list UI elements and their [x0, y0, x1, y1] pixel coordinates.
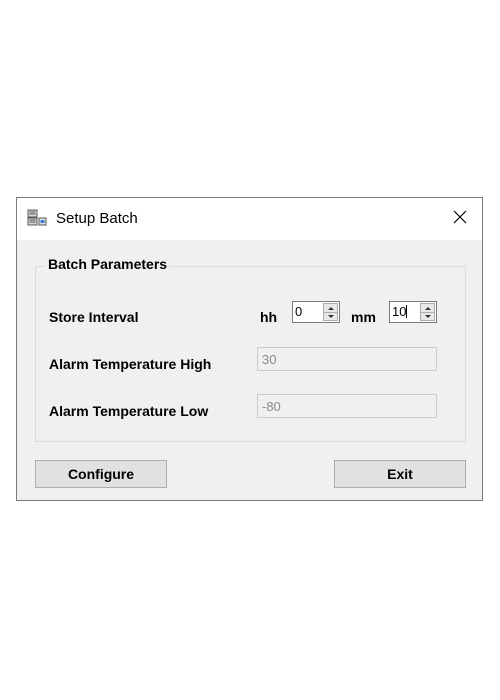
text-caret: [406, 305, 408, 318]
hh-decrement-button[interactable]: [324, 312, 337, 320]
hh-spin-buttons[interactable]: [323, 303, 338, 321]
arrow-down-icon: [424, 314, 431, 318]
arrow-up-icon: [424, 306, 431, 310]
mm-spin-buttons[interactable]: [420, 303, 435, 321]
hh-stepper[interactable]: 0: [292, 301, 340, 323]
alarm-low-field[interactable]: -80: [257, 394, 437, 418]
hh-value: 0: [295, 304, 303, 319]
exit-button[interactable]: Exit: [334, 460, 466, 488]
close-icon: [453, 210, 467, 229]
alarm-high-field[interactable]: 30: [257, 347, 437, 371]
hh-label: hh: [260, 309, 278, 325]
mm-label: mm: [351, 309, 376, 325]
store-interval-label: Store Interval: [49, 309, 139, 325]
arrow-down-icon: [327, 314, 334, 318]
mm-decrement-button[interactable]: [421, 312, 434, 320]
configure-button[interactable]: Configure: [35, 460, 167, 488]
mm-value: 10: [392, 304, 407, 319]
title-bar[interactable]: Setup Batch: [17, 198, 482, 240]
close-button[interactable]: [438, 198, 482, 240]
window-title: Setup Batch: [56, 210, 138, 227]
alarm-high-value: 30: [262, 352, 277, 367]
group-label: Batch Parameters: [45, 256, 171, 272]
mm-stepper[interactable]: 10: [389, 301, 437, 323]
alarm-high-label: Alarm Temperature High: [49, 356, 212, 372]
arrow-up-icon: [327, 306, 334, 310]
setup-batch-dialog: Setup Batch Batch Parameters Store Inter…: [16, 197, 483, 501]
mm-value-wrap: 10: [392, 304, 408, 319]
batch-setup-icon: [27, 209, 47, 227]
alarm-low-value: -80: [262, 399, 281, 414]
alarm-low-label: Alarm Temperature Low: [49, 403, 209, 419]
